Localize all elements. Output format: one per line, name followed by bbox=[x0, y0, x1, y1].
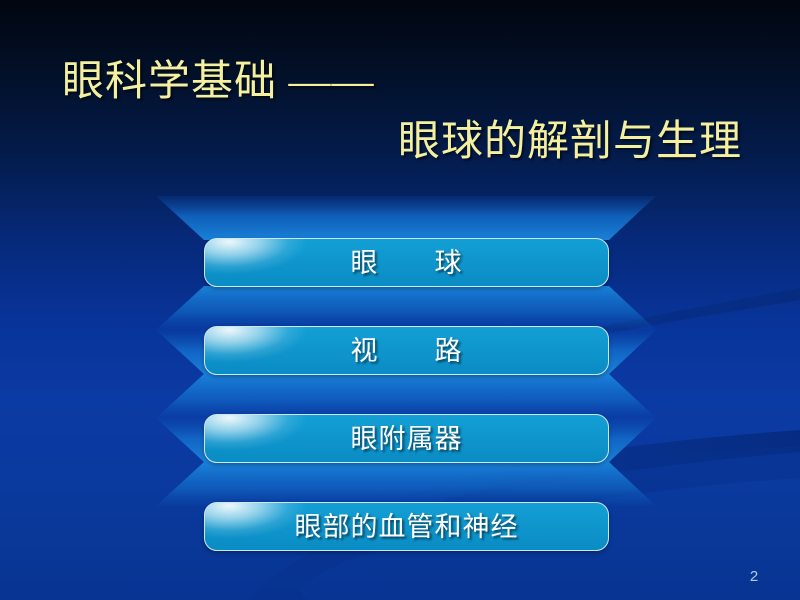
slide-title-line-1: 眼科学基础 —— bbox=[62, 59, 375, 105]
funnel-segment-2 bbox=[156, 286, 656, 330]
menu-button-label: 眼部的血管和神经 bbox=[294, 511, 519, 542]
menu-button-vessels-and-nerves[interactable]: 眼部的血管和神经 bbox=[204, 502, 609, 551]
funnel-segment-4 bbox=[156, 374, 656, 418]
presentation-slide: 眼科学基础 —— 眼球的解剖与生理 眼 球 视 路 眼附属器 眼部的血管和神经 … bbox=[0, 0, 800, 600]
menu-button-ocular-adnexa[interactable]: 眼附属器 bbox=[204, 414, 609, 463]
menu-button-eyeball[interactable]: 眼 球 bbox=[204, 238, 609, 287]
menu-button-label: 视 路 bbox=[350, 335, 463, 366]
menu-button-visual-pathway[interactable]: 视 路 bbox=[204, 326, 609, 375]
menu-button-label: 眼附属器 bbox=[350, 423, 463, 454]
funnel-segment-6 bbox=[156, 462, 656, 506]
slide-title-line-2: 眼球的解剖与生理 bbox=[398, 119, 743, 165]
slide-page-number: 2 bbox=[749, 568, 759, 585]
menu-button-label: 眼 球 bbox=[350, 247, 463, 278]
funnel-segment-1 bbox=[156, 196, 656, 240]
